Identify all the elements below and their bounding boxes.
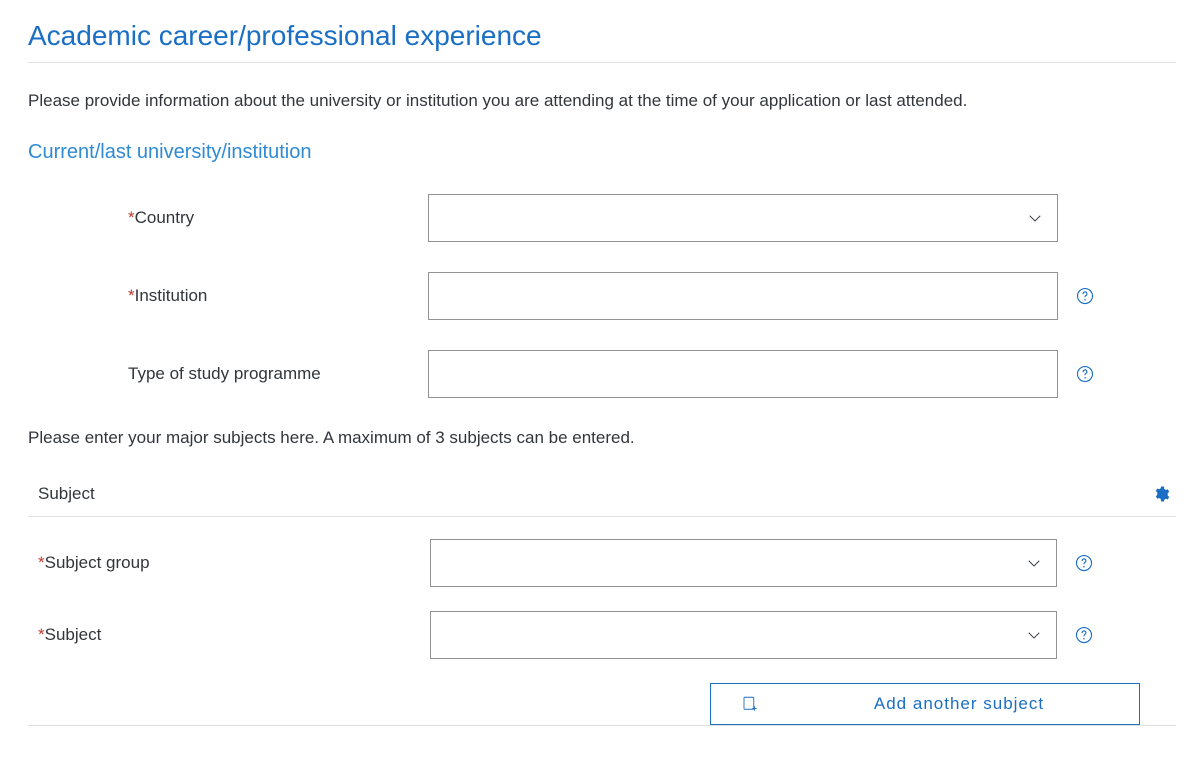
label-institution-text: Institution [135,286,208,305]
label-subject: *Subject [28,625,428,645]
title-divider [28,62,1176,63]
subject-header: Subject [28,472,1176,517]
help-icon[interactable] [1075,554,1093,572]
input-wrapper-country [428,194,1058,242]
required-mark: * [128,286,135,305]
help-icon[interactable] [1075,626,1093,644]
label-subject-text: Subject [45,625,102,644]
label-institution: *Institution [28,286,428,306]
label-subject-group-text: Subject group [45,553,150,572]
add-button-label: Add another subject [809,694,1109,714]
required-mark: * [128,208,135,227]
add-subject-button[interactable]: Add another subject [710,683,1140,725]
form-row-country: *Country [28,194,1176,242]
form-row-institution: *Institution [28,272,1176,320]
programme-input[interactable] [428,350,1058,398]
add-button-row: Add another subject [28,683,1176,726]
label-programme: Type of study programme [28,364,428,384]
subject-header-label: Subject [38,484,95,504]
label-programme-text: Type of study programme [128,364,321,383]
country-select[interactable] [428,194,1058,242]
label-country-text: Country [135,208,195,227]
subject-select[interactable] [430,611,1057,659]
input-wrapper-institution [428,272,1058,320]
subjects-intro: Please enter your major subjects here. A… [28,428,1176,448]
institution-input[interactable] [428,272,1058,320]
form-row-subject: *Subject [28,611,1176,659]
help-icon[interactable] [1076,365,1094,383]
form-row-programme: Type of study programme [28,350,1176,398]
label-subject-group: *Subject group [28,553,428,573]
subject-group-select[interactable] [430,539,1057,587]
label-country: *Country [28,208,428,228]
add-page-icon [741,695,759,713]
input-wrapper-subject [430,611,1057,659]
required-mark: * [38,553,45,572]
subject-form: *Subject group *Subject [28,539,1176,659]
page-title: Academic career/professional experience [28,20,1176,52]
intro-text: Please provide information about the uni… [28,91,1176,111]
section-title: Current/last university/institution [28,141,1176,164]
input-wrapper-programme [428,350,1058,398]
required-mark: * [38,625,45,644]
input-wrapper-subject-group [430,539,1057,587]
form-row-subject-group: *Subject group [28,539,1176,587]
help-icon[interactable] [1076,287,1094,305]
gear-icon[interactable] [1152,485,1170,503]
